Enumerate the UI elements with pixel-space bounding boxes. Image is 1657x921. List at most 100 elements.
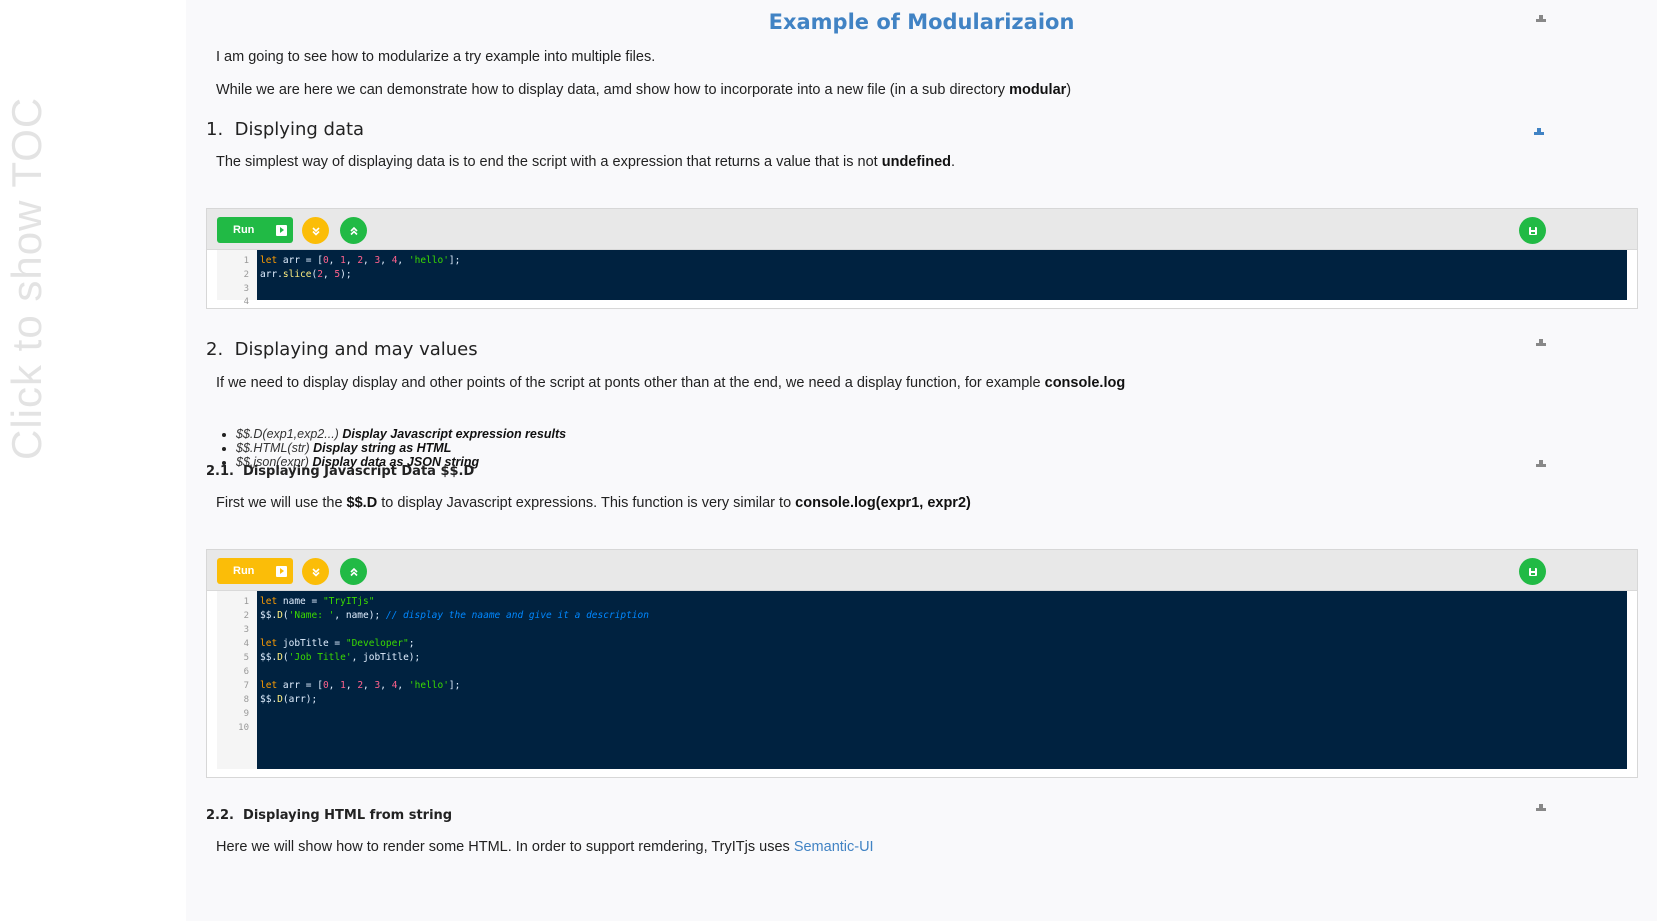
editor-toolbar: Run (207, 209, 1637, 250)
line-number: 6 (243, 667, 249, 677)
section-number: 2.2. (206, 808, 234, 823)
line-number: 1 (243, 597, 249, 607)
line-number: 2 (243, 270, 249, 280)
toc-label[interactable]: Click to show TOC (3, 97, 51, 460)
run-label: Run (233, 565, 255, 577)
expand-output-button[interactable] (340, 558, 367, 585)
run-button[interactable]: Run (217, 217, 293, 243)
section-title: Displaying Javascript Data $$.D (243, 464, 475, 479)
section-number: 2. (206, 339, 224, 360)
line-numbers: 1 2 3 4 5 6 7 8 9 10 (217, 591, 257, 769)
code-line: let name = "TryITjs" (260, 596, 375, 607)
double-chevron-up-icon (349, 567, 358, 576)
section-2-bold: console.log (1044, 375, 1126, 391)
section-title: Displaying HTML from string (243, 808, 453, 823)
section-title: Displaying and may values (234, 339, 478, 360)
toc-toggle[interactable]: Click to show TOC (3, 97, 50, 460)
section-2-1-heading: 2.1. Displaying Javascript Data $$.D (206, 464, 474, 479)
line-number: 5 (243, 653, 249, 663)
section-2-1-paragraph: First we will use the $$.D to display Ja… (216, 495, 971, 511)
intro-text: While we are here we can demonstrate how… (216, 82, 1010, 98)
code-line: let jobTitle = "Developer"; (260, 638, 415, 649)
save-icon (1528, 567, 1537, 576)
play-icon (276, 224, 287, 236)
line-number: 3 (243, 625, 249, 635)
list-item: $$.HTML(str) Display string as HTML (236, 441, 566, 455)
section-1-bold: undefined (881, 154, 952, 170)
code-area[interactable]: 1 2 3 4 let arr = [0, 1, 2, 3, 4, 'hello… (217, 250, 1627, 304)
list-item: $$.D(exp1,exp2...) Display Javascript ex… (236, 427, 566, 441)
function-name: $$.HTML(str) (236, 441, 310, 455)
line-numbers: 1 2 3 4 (217, 250, 257, 304)
function-name: $$.D(exp1,exp2...) (236, 427, 339, 441)
run-button[interactable]: Run (217, 558, 293, 584)
section-number: 1. (206, 119, 224, 140)
section-2-1-bold-2: console.log(expr1, expr2) (795, 495, 971, 511)
line-number: 10 (238, 723, 249, 733)
intro-bold-dir: modular (1009, 82, 1067, 98)
section-2-2-paragraph: Here we will show how to render some HTM… (216, 839, 874, 855)
line-number: 9 (243, 709, 249, 719)
save-button[interactable] (1519, 217, 1546, 244)
code-editor-2: Run 1 2 3 4 5 6 7 8 9 10 let name = "Try… (206, 549, 1638, 778)
section-2-paragraph: If we need to display display and other … (216, 375, 1125, 391)
section-2-heading: 2. Displaying and may values (206, 339, 478, 360)
section-2-1-text: First we will use the (216, 495, 347, 511)
section-2-1-text-mid: to display Javascript expressions. This … (377, 495, 796, 511)
section-2-2-text: Here we will show how to render some HTM… (216, 839, 794, 855)
edit-section-icon[interactable] (1534, 127, 1546, 137)
page-title: Example of Modularizaion (768, 10, 1075, 34)
line-number: 4 (243, 639, 249, 649)
expand-output-button[interactable] (340, 217, 367, 244)
edit-section-icon[interactable] (1536, 14, 1548, 24)
section-1-paragraph: The simplest way of displaying data is t… (216, 154, 955, 170)
code-line: let arr = [0, 1, 2, 3, 4, 'hello']; (260, 680, 461, 691)
section-1-text: The simplest way of displaying data is t… (216, 154, 882, 170)
section-number: 2.1. (206, 464, 234, 479)
line-number: 4 (243, 297, 249, 304)
code-line: arr.slice(2, 5); (260, 269, 352, 280)
semantic-ui-link[interactable]: Semantic-UI (794, 839, 874, 855)
line-number: 2 (243, 611, 249, 621)
line-number: 8 (243, 695, 249, 705)
section-1-heading: 1. Displying data (206, 119, 364, 140)
code-area[interactable]: 1 2 3 4 5 6 7 8 9 10 let name = "TryITjs… (217, 591, 1627, 769)
code-editor-1: Run 1 2 3 4 let arr = [0, 1, 2, 3, 4, 'h… (206, 208, 1638, 309)
intro-paragraph-1: I am going to see how to modularize a tr… (216, 49, 656, 65)
main-content: Example of Modularizaion I am going to s… (186, 0, 1657, 921)
code-line: $$.D(arr); (260, 694, 318, 705)
toc-sidebar[interactable]: Click to show TOC (0, 0, 185, 921)
double-chevron-down-icon (311, 567, 320, 577)
function-list: $$.D(exp1,exp2...) Display Javascript ex… (222, 427, 566, 469)
collapse-output-button[interactable] (302, 558, 329, 585)
save-icon (1528, 226, 1537, 235)
section-1-text-end: . (951, 154, 956, 170)
section-title: Displying data (234, 119, 365, 140)
line-number: 7 (243, 681, 249, 691)
edit-section-icon[interactable] (1536, 338, 1548, 348)
section-2-1-bold: $$.D (346, 495, 378, 511)
code-editor-text[interactable]: let arr = [0, 1, 2, 3, 4, 'hello']; arr.… (257, 250, 1627, 300)
intro-paragraph-2: While we are here we can demonstrate how… (216, 82, 1071, 98)
code-line: $$.D('Job Title', jobTitle); (260, 652, 421, 663)
play-icon (276, 565, 287, 577)
collapse-output-button[interactable] (302, 217, 329, 244)
run-label: Run (233, 224, 255, 236)
code-line: $$.D('Name: ', name); // display the naa… (260, 610, 649, 621)
code-editor-text[interactable]: let name = "TryITjs" $$.D('Name: ', name)… (257, 591, 1627, 769)
editor-toolbar: Run (207, 550, 1637, 591)
function-desc: Display string as HTML (313, 441, 452, 455)
code-line: let arr = [0, 1, 2, 3, 4, 'hello']; (260, 255, 461, 266)
save-button[interactable] (1519, 558, 1546, 585)
double-chevron-down-icon (311, 226, 320, 236)
function-desc: Display Javascript expression results (342, 427, 567, 441)
double-chevron-up-icon (349, 226, 358, 235)
section-2-2-heading: 2.2. Displaying HTML from string (206, 808, 452, 823)
edit-section-icon[interactable] (1536, 803, 1548, 813)
line-number: 1 (243, 256, 249, 266)
edit-section-icon[interactable] (1536, 459, 1548, 469)
